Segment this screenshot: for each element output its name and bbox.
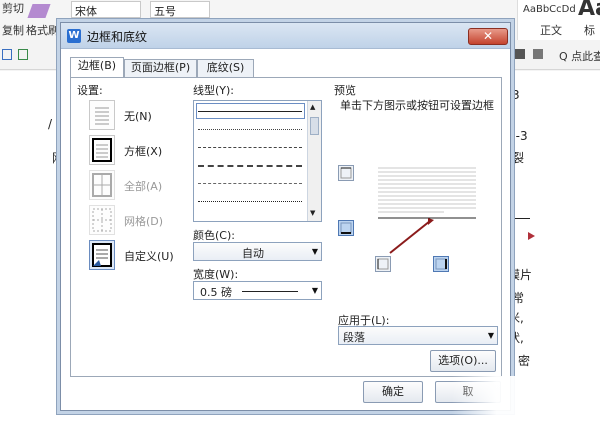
- width-line-sample: [242, 291, 298, 292]
- doc-rule-line: [512, 218, 530, 219]
- preview-section: 预览 单击下方图示或按钮可设置边框 应用于(L): 段落 ▼ 选项(O)...: [334, 78, 502, 376]
- line-style-option[interactable]: [198, 111, 302, 112]
- font-name-combo[interactable]: 宋体: [71, 1, 141, 18]
- format-painter-button[interactable]: 格式刷: [26, 22, 59, 38]
- app-logo-icon: W: [67, 29, 81, 43]
- setting-all-label: 全部(A): [124, 180, 163, 193]
- setting-all-icon: [89, 170, 115, 200]
- toolbar-icon-b[interactable]: [533, 49, 543, 59]
- doc-text-fragment: 3: [512, 88, 520, 102]
- font-size-combo[interactable]: 五号: [150, 1, 210, 18]
- ok-button[interactable]: 确定: [363, 381, 423, 403]
- line-style-option[interactable]: [198, 201, 302, 202]
- style-normal-label: 正文: [540, 24, 562, 37]
- line-style-option[interactable]: [198, 165, 302, 167]
- line-style-option[interactable]: [198, 183, 302, 184]
- bottom-border-toggle-icon[interactable]: [338, 220, 354, 236]
- style-sample-text: AaBbCcDd: [523, 4, 576, 15]
- chevron-down-icon: ▼: [311, 286, 318, 295]
- line-style-scrollbar[interactable]: ▲ ▼: [307, 101, 321, 221]
- chevron-down-icon: ▼: [311, 247, 318, 256]
- color-label: 颜色(C):: [193, 229, 235, 242]
- line-style-option[interactable]: [198, 129, 302, 130]
- line-style-list[interactable]: ▲ ▼: [193, 100, 322, 222]
- setting-grid-label: 网格(D): [124, 215, 164, 228]
- play-arrow-icon: [528, 232, 535, 240]
- toolbar-icon-a[interactable]: [515, 49, 525, 59]
- tab-page-border[interactable]: 页面边框(P): [124, 59, 197, 77]
- doc-text-fragment: 膜片: [508, 268, 533, 282]
- doc-text-fragment: 裂: [512, 151, 525, 165]
- line-style-heading: 线型(Y):: [193, 84, 235, 97]
- watermark-overlay: [452, 376, 600, 432]
- scroll-up-icon[interactable]: ▲: [310, 103, 315, 111]
- doc-text-fragment: 常: [512, 291, 525, 305]
- dialog-title: 边框和底纹: [87, 30, 148, 44]
- tab-panel-borders: 设置: 无(N) 方框(X) 全部(A) 网格(D) 自定义(U) 线型(Y):: [70, 77, 502, 377]
- copy-button[interactable]: 复制: [2, 22, 24, 38]
- options-button[interactable]: 选项(O)...: [430, 350, 496, 372]
- print-icon[interactable]: [2, 49, 12, 60]
- borders-and-shading-dialog: W 边框和底纹 ✕ 边框(B) 页面边框(P) 底纹(S) 设置: 无(N) 方…: [60, 22, 511, 411]
- style-heading-label: 标: [584, 24, 595, 37]
- preview-hint: 单击下方图示或按钮可设置边框: [340, 99, 494, 112]
- width-dropdown[interactable]: 0.5 磅 ▼: [193, 281, 322, 300]
- width-value: 0.5 磅: [200, 286, 232, 299]
- settings-heading: 设置:: [77, 84, 103, 97]
- setting-none-icon[interactable]: [89, 100, 115, 130]
- setting-box-icon[interactable]: [89, 135, 115, 165]
- dialog-titlebar[interactable]: W 边框和底纹 ✕: [61, 23, 510, 49]
- color-dropdown[interactable]: 自动 ▼: [193, 242, 322, 261]
- setting-none-label[interactable]: 无(N): [124, 108, 152, 124]
- tab-borders[interactable]: 边框(B): [70, 57, 124, 78]
- width-label: 宽度(W):: [193, 268, 239, 281]
- style-heading-sample: Aa: [578, 0, 600, 21]
- format-painter-icon: [27, 4, 51, 18]
- setting-custom-icon[interactable]: [89, 240, 115, 270]
- scroll-down-icon[interactable]: ▼: [310, 209, 315, 217]
- style-gallery[interactable]: AaBbCcDd 正文 Aa 标: [517, 0, 600, 40]
- apply-to-dropdown[interactable]: 段落 ▼: [338, 326, 498, 345]
- top-border-toggle-icon[interactable]: [338, 165, 354, 181]
- tab-shading[interactable]: 底纹(S): [197, 59, 254, 77]
- preview-heading: 预览: [334, 84, 356, 97]
- search-box[interactable]: Q 点此查: [559, 48, 600, 64]
- setting-box-label[interactable]: 方框(X): [124, 143, 162, 159]
- setting-grid-icon: [89, 205, 115, 235]
- doc-text-fragment: /: [48, 117, 53, 131]
- chevron-down-icon: ▼: [487, 331, 494, 340]
- cut-button[interactable]: 剪切: [2, 0, 24, 16]
- print-preview-icon[interactable]: [18, 49, 28, 60]
- scroll-thumb[interactable]: [310, 117, 319, 135]
- line-style-option[interactable]: [198, 147, 302, 148]
- color-value: 自动: [242, 247, 264, 260]
- preview-paragraph-graphic[interactable]: [364, 164, 502, 264]
- apply-to-value: 段落: [343, 331, 365, 344]
- setting-custom-label[interactable]: 自定义(U): [124, 248, 174, 264]
- close-button[interactable]: ✕: [468, 28, 508, 45]
